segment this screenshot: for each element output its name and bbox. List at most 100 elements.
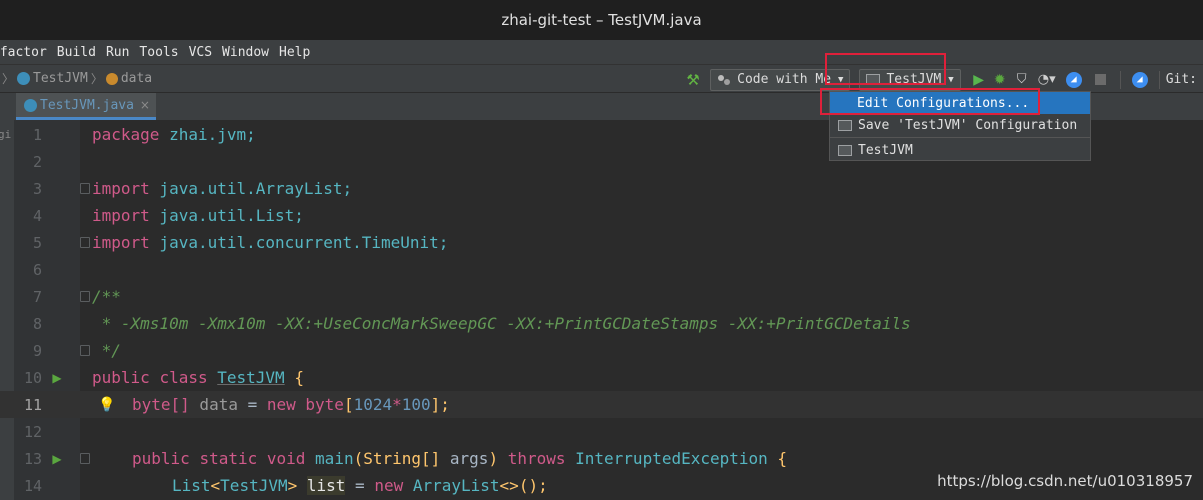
menu-vcs[interactable]: VCS <box>184 45 217 60</box>
line-number: 8 <box>32 314 42 333</box>
build-hammer-icon[interactable]: ⚒ <box>684 69 702 91</box>
constructor-call: <>(); <box>499 476 548 495</box>
keyword: package <box>92 125 160 144</box>
chevron-down-icon: ▼ <box>948 74 954 85</box>
chevron-down-icon: ▼ <box>838 74 844 85</box>
toolbar-separator <box>1119 70 1121 89</box>
menu-item-label: Edit Configurations... <box>857 95 1030 111</box>
run-configuration-combo[interactable]: TestJVM ▼ <box>859 68 961 91</box>
menu-separator <box>830 137 1090 138</box>
code-line: 12 <box>0 418 1203 445</box>
stop-icon[interactable] <box>1094 74 1106 85</box>
code-line: 9 */ <box>0 337 1203 364</box>
save-configuration-item[interactable]: Save 'TestJVM' Configuration <box>830 114 1090 136</box>
code-line: 6 <box>0 256 1203 283</box>
keyword: void <box>266 449 306 468</box>
keyword: import <box>92 233 150 252</box>
attach-debugger-icon[interactable]: ◢ <box>1065 71 1082 88</box>
menu-window[interactable]: Window <box>217 45 274 60</box>
code-with-me-label: Code with Me <box>737 72 832 87</box>
keyword: new <box>266 395 296 414</box>
code-text: public class TestJVM { <box>92 368 304 387</box>
lightbulb-icon[interactable]: 💡 <box>98 397 115 413</box>
class-icon <box>17 72 31 85</box>
menu-bar: efactor Build Run Tools VCS Window Help <box>0 40 1203 64</box>
menu-item-label: TestJVM <box>858 142 913 158</box>
testjvm-configuration-item[interactable]: TestJVM <box>830 139 1090 161</box>
brace: { <box>284 368 304 387</box>
code-text: import java.util.ArrayList; <box>92 179 352 198</box>
operator: * <box>392 395 402 414</box>
run-configuration-label: TestJVM <box>886 72 942 87</box>
field-name: data <box>189 395 248 414</box>
comment: /** <box>92 287 121 306</box>
run-configuration-dropdown: Edit Configurations... Save 'TestJVM' Co… <box>829 91 1091 161</box>
tab-testjvm[interactable]: TestJVM.java × <box>16 93 156 120</box>
keyword: new <box>374 476 404 495</box>
class-icon <box>24 98 37 112</box>
close-icon[interactable]: × <box>140 98 150 112</box>
fold-marker-icon[interactable] <box>80 291 90 302</box>
line-number: 5 <box>32 233 42 252</box>
comment: * -Xms10m -Xmx10m -XX:+UseConcMarkSweepG… <box>92 314 911 333</box>
code-text: import java.util.concurrent.TimeUnit; <box>92 233 448 252</box>
import-path: java.util.concurrent.TimeUnit; <box>149 233 449 252</box>
bracket: [ <box>343 395 354 414</box>
menu-run[interactable]: Run <box>101 45 134 60</box>
type-name: TestJVM <box>220 476 288 495</box>
keyword: byte <box>132 395 171 414</box>
keyword: class <box>159 368 208 387</box>
import-path: java.util.ArrayList; <box>149 179 353 198</box>
code-text: List<TestJVM> list = new ArrayList<>(); <box>172 476 548 495</box>
fold-marker-icon[interactable] <box>80 183 90 194</box>
debug-bug-icon[interactable]: ✹ <box>989 69 1011 91</box>
variable-name: list <box>306 476 346 495</box>
run-gutter-icon[interactable]: ▶ <box>50 371 64 385</box>
run-icon[interactable]: ▶ <box>969 69 989 91</box>
keyword: import <box>92 179 150 198</box>
package-name: zhai.jvm; <box>159 125 256 144</box>
type-name: ArrayList <box>403 476 500 495</box>
operator: = <box>247 395 267 414</box>
fold-marker-icon[interactable] <box>80 453 90 464</box>
params: (String[] <box>353 449 450 468</box>
fold-marker-icon[interactable] <box>80 345 90 356</box>
number: 1024 <box>353 395 393 414</box>
code-line: 5 import java.util.concurrent.TimeUnit; <box>0 229 1203 256</box>
run-config-icon <box>838 144 852 156</box>
breadcrumb-class-label: TestJVM <box>33 71 88 86</box>
code-line: 7 /** <box>0 283 1203 310</box>
menu-build[interactable]: Build <box>52 45 101 60</box>
toolbar-separator <box>1158 70 1160 89</box>
code-line: 3 import java.util.ArrayList; <box>0 175 1203 202</box>
menu-item-label: Save 'TestJVM' Configuration <box>858 117 1078 133</box>
breadcrumb-class[interactable]: TestJVM <box>17 71 88 86</box>
navigation-bar: 〉 TestJVM 〉 data ⚒ Code with Me ▼ TestJV… <box>0 64 1203 93</box>
line-number: 10 <box>23 368 42 387</box>
brackets: [] <box>170 395 190 414</box>
coverage-shield-icon[interactable]: ⛉ <box>1011 69 1033 91</box>
menu-refactor[interactable]: efactor <box>0 45 52 60</box>
edit-configurations-item[interactable]: Edit Configurations... <box>830 92 1090 114</box>
operator: = <box>345 476 375 495</box>
fold-marker-icon[interactable] <box>80 237 90 248</box>
generic-bracket: > <box>287 476 307 495</box>
run-gutter-icon[interactable]: ▶ <box>50 452 64 466</box>
code-with-me-button[interactable]: Code with Me ▼ <box>710 68 851 91</box>
method-name: main <box>315 449 354 468</box>
search-everywhere-icon[interactable]: ◢ <box>1131 71 1148 88</box>
keyword: static <box>199 449 258 468</box>
code-editor[interactable]: gi 1 package zhai.jvm; 2 3 import java.u… <box>0 120 1203 500</box>
line-number: 12 <box>23 422 42 441</box>
menu-tools[interactable]: Tools <box>134 45 183 60</box>
field-icon <box>105 72 118 85</box>
menu-help[interactable]: Help <box>274 45 315 60</box>
main-toolbar: ⚒ Code with Me ▼ TestJVM ▼ ▶ ✹ ⛉ ◔▾ ◢ ◢ … <box>684 65 1203 94</box>
watermark: https://blog.csdn.net/u010318957 <box>937 472 1193 490</box>
people-icon <box>717 74 731 86</box>
profiler-icon[interactable]: ◔▾ <box>1033 69 1061 91</box>
import-path: java.util.List; <box>149 206 304 225</box>
breadcrumb-field[interactable]: data <box>105 71 152 86</box>
code-line: 4 import java.util.List; <box>0 202 1203 229</box>
run-config-icon <box>866 74 881 85</box>
